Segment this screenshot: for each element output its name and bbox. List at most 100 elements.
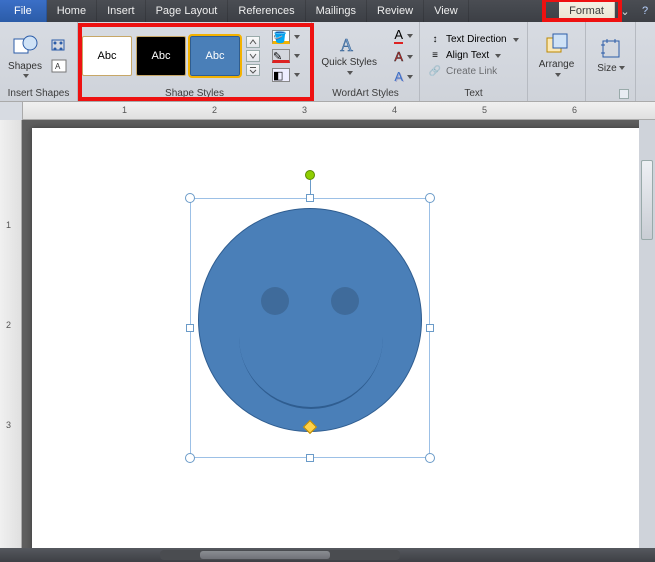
- chevron-down-icon: [294, 73, 300, 77]
- resize-handle-bl[interactable]: [185, 453, 195, 463]
- rotation-connector: [310, 180, 311, 194]
- resize-handle-tr[interactable]: [425, 193, 435, 203]
- text-effects-icon: A: [394, 69, 403, 84]
- scroll-thumb-v[interactable]: [641, 160, 653, 240]
- resize-handle-br[interactable]: [425, 453, 435, 463]
- text-effects-button[interactable]: A: [392, 68, 415, 85]
- group-label-arrange: [532, 87, 581, 101]
- resize-handle-tm[interactable]: [306, 194, 314, 202]
- ribbon: Shapes A Insert Shapes Abc Abc Abc 🪣 ✎: [0, 22, 655, 102]
- text-direction-icon: ↕: [428, 34, 442, 46]
- group-arrange: Arrange: [528, 22, 586, 101]
- effects-icon: ◧: [272, 68, 290, 82]
- ruler-tick: 3: [6, 420, 11, 430]
- chevron-down-icon: [407, 75, 413, 79]
- tab-page-layout[interactable]: Page Layout: [146, 0, 229, 22]
- group-label-insert-shapes: Insert Shapes: [4, 87, 73, 101]
- group-size: Size: [586, 22, 636, 101]
- size-label: Size: [597, 63, 624, 74]
- ruler-tick: 6: [572, 105, 577, 115]
- group-label-wordart: WordArt Styles: [316, 87, 415, 101]
- text-direction-label: Text Direction: [446, 34, 507, 45]
- arrange-icon: [544, 31, 570, 57]
- chevron-down-icon: [407, 55, 413, 59]
- group-shape-styles: Abc Abc Abc 🪣 ✎ ◧ Shape Styles: [78, 22, 312, 101]
- ruler-tick: 1: [122, 105, 127, 115]
- ruler-vertical[interactable]: 1 2 3: [0, 120, 22, 548]
- shape-style-1[interactable]: Abc: [82, 36, 132, 76]
- horizontal-scrollbar[interactable]: [160, 550, 400, 560]
- arrange-button[interactable]: Arrange: [532, 29, 581, 83]
- resize-handle-tl[interactable]: [185, 193, 195, 203]
- group-wordart-styles: A Quick Styles A A A WordArt Styles: [312, 22, 420, 101]
- shape-effects-button[interactable]: ◧: [270, 67, 302, 83]
- size-icon: [599, 37, 623, 61]
- text-direction-button[interactable]: ↕ Text Direction: [424, 33, 523, 47]
- group-label-shape-styles: Shape Styles: [82, 87, 307, 101]
- help-icon[interactable]: ?: [635, 0, 655, 22]
- scroll-thumb-h[interactable]: [200, 551, 330, 559]
- ruler-tick: 3: [302, 105, 307, 115]
- create-link-button[interactable]: 🔗 Create Link: [424, 65, 523, 79]
- resize-handle-ml[interactable]: [186, 324, 194, 332]
- selected-shape[interactable]: [190, 198, 430, 458]
- minimize-ribbon-icon[interactable]: ⌄: [615, 0, 635, 22]
- tab-file[interactable]: File: [0, 0, 47, 22]
- tab-home[interactable]: Home: [47, 0, 97, 22]
- group-label-text: Text: [424, 87, 523, 101]
- gallery-up-button[interactable]: [246, 36, 260, 48]
- text-outline-icon: A: [394, 49, 403, 64]
- edit-shape-icon[interactable]: [50, 38, 68, 54]
- shapes-icon: [12, 33, 38, 59]
- quick-styles-button[interactable]: A Quick Styles: [316, 31, 382, 81]
- chevron-down-icon: [495, 54, 501, 58]
- dialog-launcher[interactable]: [619, 89, 629, 99]
- create-link-label: Create Link: [446, 66, 497, 77]
- resize-handle-bm[interactable]: [306, 454, 314, 462]
- shape-style-3[interactable]: Abc: [190, 36, 240, 76]
- shape-fill-button[interactable]: 🪣: [270, 29, 302, 45]
- tab-references[interactable]: References: [228, 0, 305, 22]
- resize-handle-mr[interactable]: [426, 324, 434, 332]
- text-fill-button[interactable]: A: [392, 26, 415, 45]
- smiley-mouth: [239, 329, 383, 409]
- tab-insert[interactable]: Insert: [97, 0, 146, 22]
- smiley-face-shape[interactable]: [198, 208, 422, 432]
- size-button[interactable]: Size: [590, 35, 632, 76]
- tab-view[interactable]: View: [424, 0, 469, 22]
- chevron-down-icon: [23, 74, 29, 78]
- rotation-handle[interactable]: [305, 170, 315, 180]
- text-outline-button[interactable]: A: [392, 48, 415, 65]
- gallery-more-button[interactable]: [246, 64, 260, 76]
- shapes-button[interactable]: Shapes: [4, 31, 46, 80]
- ruler-tick: 4: [392, 105, 397, 115]
- tab-mailings[interactable]: Mailings: [306, 0, 367, 22]
- align-text-button[interactable]: ≡Align Text: [424, 49, 523, 63]
- wordart-A-icon: A: [337, 33, 361, 55]
- bucket-icon: 🪣: [272, 30, 290, 44]
- group-text: ↕ Text Direction ≡Align Text 🔗 Create Link…: [420, 22, 528, 101]
- shapes-label: Shapes: [8, 61, 42, 72]
- tab-bar: File Home Insert Page Layout References …: [0, 0, 655, 22]
- gallery-down-button[interactable]: [246, 50, 260, 62]
- svg-text:A: A: [340, 35, 353, 55]
- ruler-tick: 2: [212, 105, 217, 115]
- ruler-horizontal[interactable]: 1 2 3 4 5 6: [22, 102, 655, 120]
- status-bar: [0, 548, 655, 562]
- smiley-eye-right: [331, 287, 359, 315]
- link-icon: 🔗: [428, 66, 442, 78]
- text-fill-icon: A: [394, 27, 403, 44]
- text-box-icon[interactable]: A: [50, 58, 68, 74]
- shape-style-2[interactable]: Abc: [136, 36, 186, 76]
- tab-review[interactable]: Review: [367, 0, 424, 22]
- ruler-tick: 1: [6, 220, 11, 230]
- vertical-scrollbar[interactable]: [639, 120, 655, 548]
- align-text-label: Align Text: [446, 50, 489, 61]
- chevron-down-icon: [347, 71, 353, 75]
- chevron-down-icon: [555, 73, 561, 77]
- quick-styles-label: Quick Styles: [320, 57, 378, 79]
- chevron-down-icon: [513, 38, 519, 42]
- chevron-down-icon: [619, 66, 625, 70]
- shape-outline-button[interactable]: ✎: [270, 48, 302, 64]
- tab-format[interactable]: Format: [559, 0, 615, 22]
